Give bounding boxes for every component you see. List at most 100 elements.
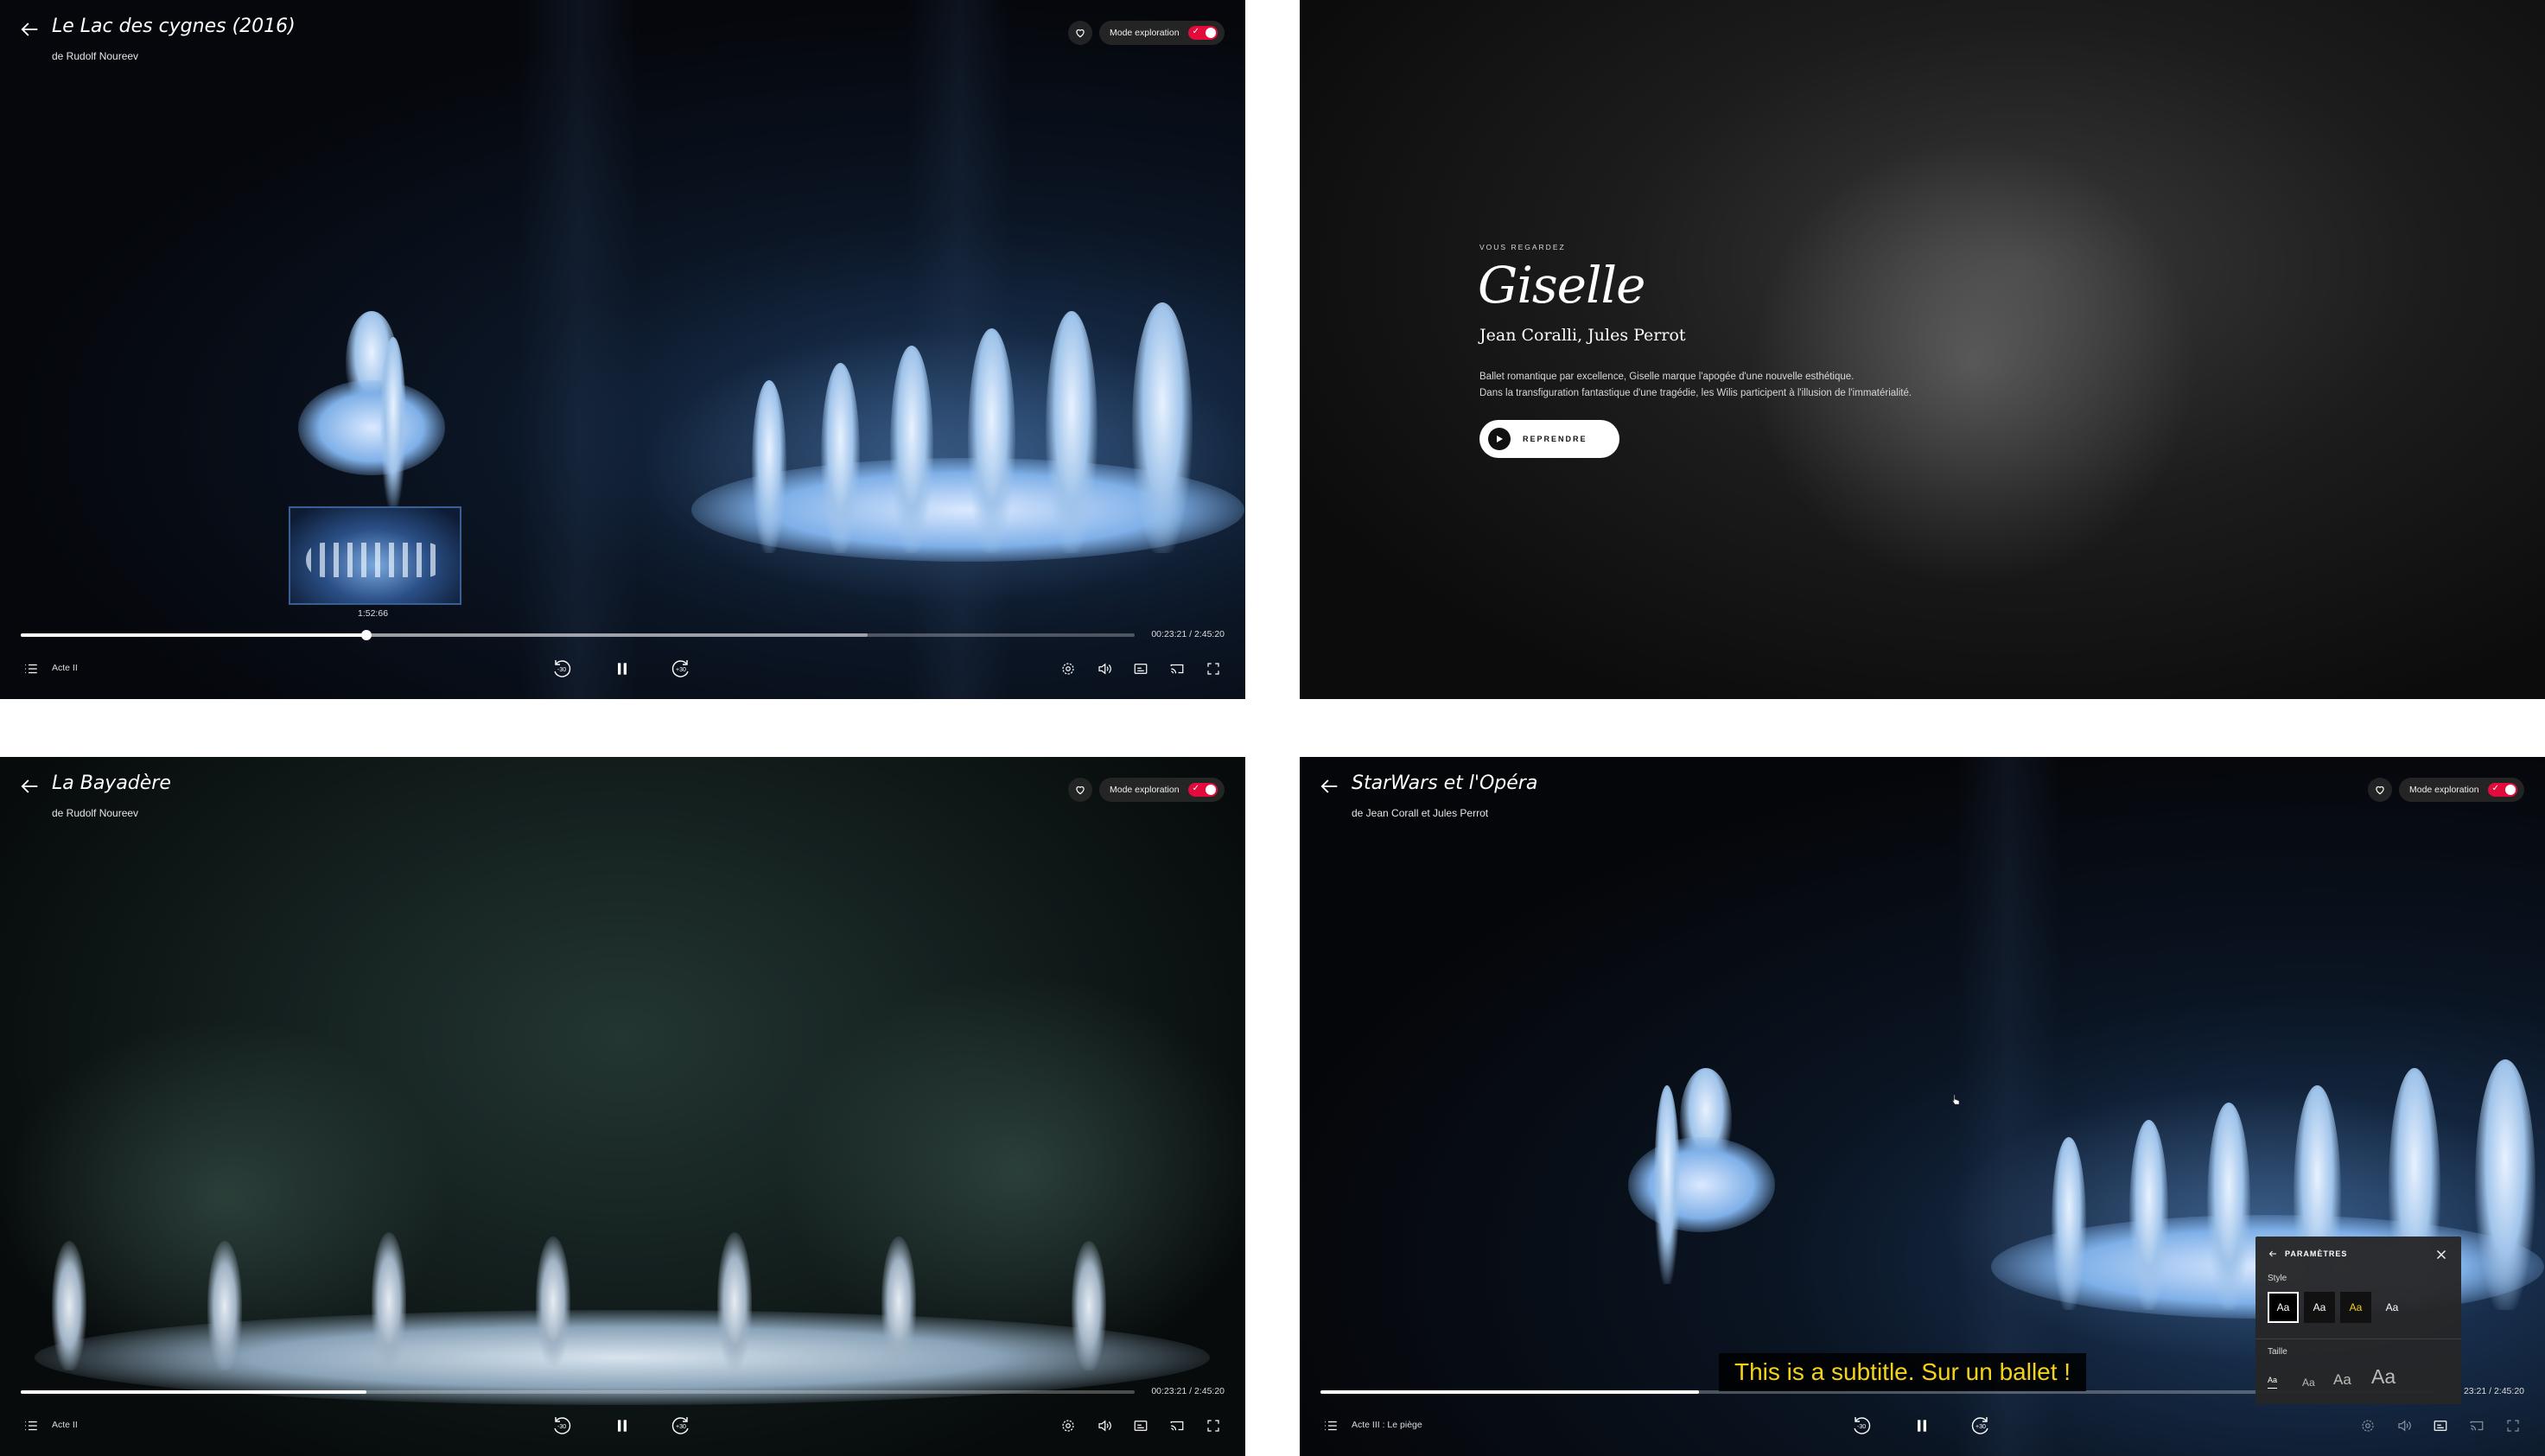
style-option-white-on-black[interactable]: Aa bbox=[2268, 1292, 2299, 1323]
rewind-30-button[interactable]: -30 bbox=[550, 657, 574, 681]
size-option-small[interactable]: Aa bbox=[2268, 1376, 2278, 1389]
volume-button[interactable] bbox=[2392, 1414, 2416, 1438]
pause-button[interactable] bbox=[610, 1414, 634, 1438]
size-option-large[interactable]: Aa bbox=[2333, 1371, 2351, 1389]
svg-text:-30: -30 bbox=[1857, 1424, 1866, 1430]
speaker-icon bbox=[1098, 1420, 1111, 1432]
control-bar: Acte II -30 +30 bbox=[0, 1414, 1245, 1448]
time-display: 00:23:21 / 2:45:20 bbox=[1151, 1386, 1225, 1396]
captions-icon bbox=[1134, 1421, 1148, 1431]
video-author: de Rudolf Noureev bbox=[52, 807, 139, 819]
heart-icon bbox=[1076, 786, 1085, 795]
fullscreen-button[interactable] bbox=[1201, 657, 1225, 681]
cast-button[interactable] bbox=[1165, 1414, 1189, 1438]
back-arrow-icon[interactable] bbox=[2268, 1249, 2278, 1259]
player-la-bayadere: La Bayadère de Rudolf Noureev Mode explo… bbox=[0, 757, 1245, 1456]
played-range bbox=[21, 1390, 366, 1394]
size-label: Taille bbox=[2268, 1347, 2287, 1357]
description-line: Dans la transfiguration fantastique d'un… bbox=[1479, 388, 1912, 398]
favorite-button[interactable] bbox=[2368, 778, 2392, 802]
chapters-button[interactable] bbox=[19, 1414, 43, 1438]
progress-bar[interactable] bbox=[21, 1390, 1135, 1394]
exploration-mode-toggle[interactable]: Mode exploration bbox=[1099, 21, 1225, 45]
forward-icon: +30 bbox=[671, 660, 689, 677]
fullscreen-icon bbox=[1207, 1420, 1219, 1432]
pause-button[interactable] bbox=[610, 657, 634, 681]
list-icon bbox=[25, 1421, 37, 1431]
style-option-white[interactable]: Aa bbox=[2304, 1292, 2335, 1323]
fullscreen-button[interactable] bbox=[2501, 1414, 2525, 1438]
rewind-icon: -30 bbox=[1854, 1417, 1871, 1434]
video-frame bbox=[0, 0, 1245, 699]
cast-icon bbox=[1170, 664, 1184, 674]
played-range bbox=[21, 633, 366, 637]
pause-icon bbox=[618, 1420, 627, 1432]
rewind-icon: -30 bbox=[554, 660, 571, 677]
speaker-icon bbox=[2398, 1420, 2411, 1432]
giselle-resume-screen: VOUS REGARDEZ Giselle Jean Coralli, Jule… bbox=[1300, 0, 2545, 699]
pause-icon bbox=[618, 663, 627, 675]
back-arrow-icon[interactable] bbox=[17, 774, 41, 798]
size-option-medium[interactable]: Aa bbox=[2302, 1377, 2315, 1389]
svg-text:+30: +30 bbox=[676, 1424, 686, 1430]
chapters-button[interactable] bbox=[19, 657, 43, 681]
player-starwars-opera: StarWars et l'Opéra de Jean Corall et Ju… bbox=[1300, 757, 2545, 1456]
forward-30-button[interactable]: +30 bbox=[1969, 1414, 1993, 1438]
preview-time: 1:52:66 bbox=[358, 608, 389, 619]
volume-button[interactable] bbox=[1092, 1414, 1117, 1438]
back-arrow-icon[interactable] bbox=[17, 17, 41, 41]
rewind-30-button[interactable]: -30 bbox=[1849, 1414, 1874, 1438]
style-option-transparent[interactable]: Aa bbox=[2376, 1292, 2408, 1323]
cast-button[interactable] bbox=[2465, 1414, 2489, 1438]
favorite-button[interactable] bbox=[1068, 21, 1092, 45]
settings-button[interactable] bbox=[1056, 657, 1080, 681]
list-icon bbox=[1325, 1421, 1337, 1431]
fullscreen-icon bbox=[2507, 1420, 2519, 1432]
heart-icon bbox=[2376, 786, 2384, 795]
gear-icon bbox=[1062, 1420, 1074, 1432]
fullscreen-button[interactable] bbox=[1201, 1414, 1225, 1438]
divider bbox=[2256, 1338, 2461, 1339]
resume-button[interactable]: REPRENDRE bbox=[1479, 420, 1619, 458]
pause-button[interactable] bbox=[1910, 1414, 1934, 1438]
resume-label: REPRENDRE bbox=[1523, 435, 1587, 443]
subtitles-button[interactable] bbox=[1129, 1414, 1153, 1438]
svg-text:+30: +30 bbox=[1976, 1424, 1986, 1430]
rewind-30-button[interactable]: -30 bbox=[550, 1414, 574, 1438]
chapter-label: Acte II bbox=[52, 1420, 78, 1430]
exploration-mode-toggle[interactable]: Mode exploration bbox=[1099, 778, 1225, 802]
exploration-mode-label: Mode exploration bbox=[1110, 28, 1180, 38]
progress-bar[interactable] bbox=[21, 630, 1135, 640]
subtitles-button[interactable] bbox=[2428, 1414, 2453, 1438]
forward-30-button[interactable]: +30 bbox=[669, 657, 693, 681]
close-icon[interactable] bbox=[2434, 1247, 2449, 1262]
toggle-switch[interactable] bbox=[1187, 26, 1218, 40]
subtitles-button[interactable] bbox=[1129, 657, 1153, 681]
favorite-button[interactable] bbox=[1068, 778, 1092, 802]
preview-thumbnail bbox=[289, 506, 461, 605]
chapters-button[interactable] bbox=[1319, 1414, 1343, 1438]
now-watching-label: VOUS REGARDEZ bbox=[1479, 243, 1566, 251]
settings-button[interactable] bbox=[1056, 1414, 1080, 1438]
list-icon bbox=[25, 664, 37, 674]
settings-button[interactable] bbox=[2356, 1414, 2380, 1438]
captions-icon bbox=[2434, 1421, 2447, 1431]
fullscreen-icon bbox=[1207, 663, 1219, 675]
forward-30-button[interactable]: +30 bbox=[669, 1414, 693, 1438]
exploration-mode-toggle[interactable]: Mode exploration bbox=[2399, 778, 2524, 802]
giselle-title: Giselle bbox=[1478, 256, 1645, 315]
style-option-yellow[interactable]: Aa bbox=[2340, 1292, 2371, 1323]
size-option-xlarge[interactable]: Aa bbox=[2371, 1365, 2395, 1389]
cursor-icon bbox=[1951, 1094, 1960, 1105]
toggle-switch[interactable] bbox=[1187, 783, 1218, 797]
settings-panel: PARAMÈTRES Style Aa Aa Aa Aa Taille Aa A… bbox=[2256, 1237, 2461, 1404]
scrubber-handle[interactable] bbox=[360, 630, 372, 640]
volume-button[interactable] bbox=[1092, 657, 1117, 681]
video-title: La Bayadère bbox=[52, 773, 171, 794]
toggle-switch[interactable] bbox=[2487, 783, 2517, 797]
play-icon bbox=[1488, 428, 1511, 450]
back-arrow-icon[interactable] bbox=[1317, 774, 1341, 798]
cast-button[interactable] bbox=[1165, 657, 1189, 681]
subtitle-caption: This is a subtitle. Sur un ballet ! bbox=[1719, 1353, 2087, 1391]
settings-header[interactable]: PARAMÈTRES bbox=[2268, 1249, 2347, 1259]
